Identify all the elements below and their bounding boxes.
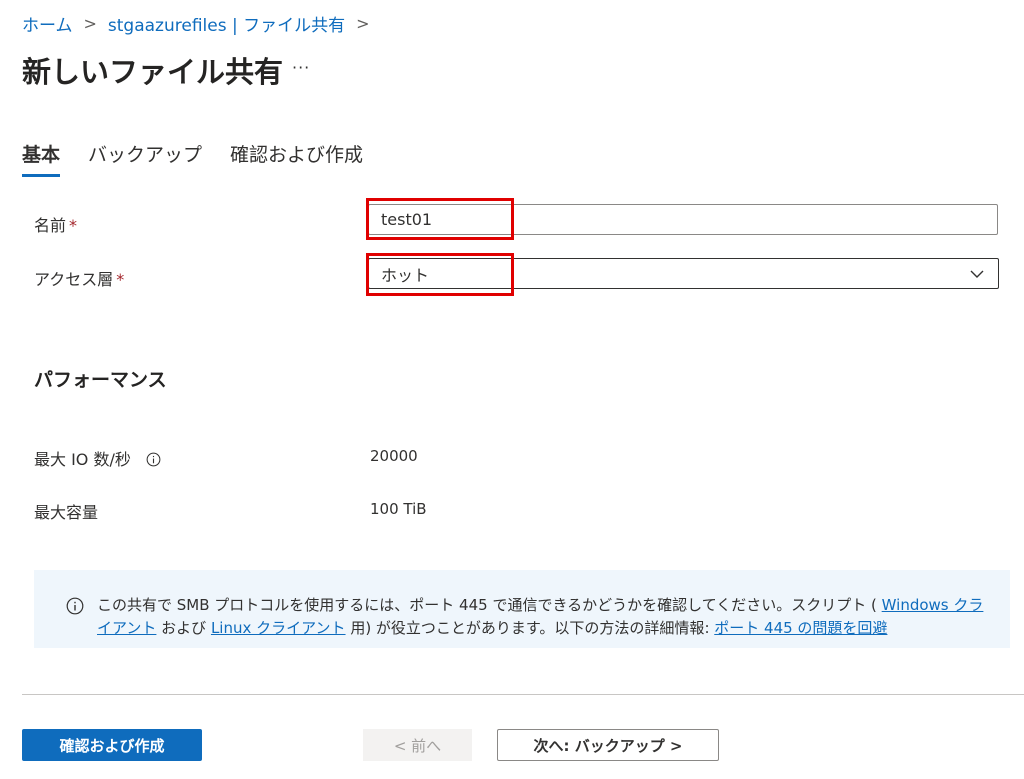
smb-info-banner: この共有で SMB プロトコルを使用するには、ポート 445 で通信できるかどう… [34,570,1010,648]
banner-text-part: 用) が役立つことがあります。以下の方法の詳細情報: [345,619,715,637]
chevron-down-icon [970,270,984,278]
linux-client-link[interactable]: Linux クライアント [211,619,346,637]
tab-backup[interactable]: バックアップ [88,140,202,177]
tab-list: 基本 バックアップ 確認および作成 [22,140,391,177]
review-create-button[interactable]: 確認および作成 [22,729,202,761]
breadcrumb-storage-file-shares[interactable]: stgaazurefiles | ファイル共有 [108,11,345,36]
info-icon [66,597,84,615]
access-tier-select[interactable]: ホット [368,258,999,289]
access-tier-selected-value: ホット [381,265,430,285]
tab-basics[interactable]: 基本 [22,140,61,177]
breadcrumb: ホーム > stgaazurefiles | ファイル共有 > [22,11,381,36]
port-445-link[interactable]: ポート 445 の問題を回避 [714,619,887,637]
info-icon[interactable] [146,452,161,467]
required-mark: * [69,216,78,235]
max-iops-label: 最大 IO 数/秒 [34,446,161,470]
name-input[interactable] [368,204,998,235]
max-capacity-label: 最大容量 [34,503,99,522]
breadcrumb-home[interactable]: ホーム [22,11,73,36]
name-label-text: 名前 [34,216,67,235]
max-capacity-value: 100 TiB [370,500,427,518]
access-tier-label: アクセス層 * [34,266,124,290]
previous-button: < 前へ [363,729,472,761]
tab-review-create[interactable]: 確認および作成 [230,140,363,177]
next-backup-button[interactable]: 次へ: バックアップ > [497,729,719,761]
breadcrumb-separator: > [356,14,370,33]
banner-text-part: および [156,619,211,637]
banner-message: この共有で SMB プロトコルを使用するには、ポート 445 で通信できるかどう… [97,594,987,640]
required-mark: * [116,270,125,289]
page-title: 新しいファイル共有 [22,55,284,89]
max-iops-label-text: 最大 IO 数/秒 [34,450,131,469]
footer-divider [22,694,1024,695]
name-label: 名前 * [34,212,77,236]
banner-text-part: この共有で SMB プロトコルを使用するには、ポート 445 で通信できるかどう… [97,596,882,614]
max-iops-value: 20000 [370,447,418,465]
more-options-icon[interactable]: ··· [292,58,310,77]
breadcrumb-separator: > [83,14,97,33]
performance-section-title: パフォーマンス [34,369,167,391]
access-tier-label-text: アクセス層 [34,270,114,289]
